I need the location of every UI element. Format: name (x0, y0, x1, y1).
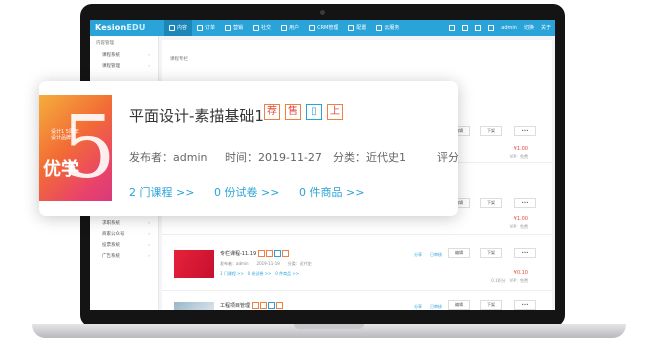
nav-item-social[interactable]: 社交 (248, 20, 276, 36)
home-icon[interactable] (475, 25, 482, 31)
app-logo[interactable]: KesionEDU (95, 20, 146, 36)
takedown-button[interactable]: 下架 (480, 300, 502, 310)
tag-badge (268, 302, 276, 309)
sale-badge[interactable]: 售 (285, 104, 301, 120)
tag-icon (225, 25, 232, 31)
about-link[interactable]: 关于 (541, 20, 551, 36)
switch-link[interactable]: 切换 (524, 20, 534, 36)
nav-item-content[interactable]: 内容 (164, 20, 193, 36)
topbar-right: admin 切换 关于 (449, 20, 551, 36)
row-title[interactable]: 工程项目管理 (220, 302, 284, 309)
row-vip-price: VIP：免费 (509, 224, 528, 229)
tag-badge (252, 302, 260, 309)
course-cover-image[interactable]: 5 设计1 5周年 设计品牌 优学 (39, 95, 112, 201)
mobile-icon[interactable] (462, 25, 469, 31)
edit-button[interactable]: 编辑 (448, 248, 470, 258)
row-vip-price: VIP：免费 (509, 154, 528, 159)
rating-text: 评分 (437, 151, 458, 164)
edit-button[interactable]: 编辑 (448, 300, 470, 310)
more-button[interactable]: ••• (514, 126, 536, 136)
course-popup-card: 5 设计1 5周年 设计品牌 优学 平面设计-素描基础1 荐 售 ▯ 上 发布者… (39, 81, 458, 216)
more-button[interactable]: ••• (514, 300, 536, 310)
tag-badge (276, 302, 284, 309)
time-text: 时间：2019-11-27 (225, 151, 322, 164)
row-price: ¥0.10 (513, 270, 528, 276)
top-bar: KesionEDU 内容 订单 营销 社交 用户 CRM管理 配置 云服务 ad… (90, 20, 555, 36)
people-icon (309, 25, 316, 31)
row-price: ¥1.00 (513, 216, 528, 222)
laptop-base (32, 324, 626, 338)
bell-icon[interactable] (488, 25, 495, 31)
tag-badge (266, 250, 274, 257)
sidebar-item[interactable]: 商家公众号 (90, 229, 158, 240)
row-price: ¥1.00 (513, 146, 528, 152)
sidebar-item[interactable]: 求职系统 (90, 218, 158, 229)
table-row: 工程项目管理 分享 已审核 编辑 下架 ••• (162, 296, 552, 310)
cover-caption: 设计1 5周年 设计品牌 (51, 129, 79, 141)
online-badge[interactable]: 上 (327, 104, 343, 120)
takedown-button[interactable]: 下架 (480, 126, 502, 136)
nav-item-marketing[interactable]: 营销 (220, 20, 248, 36)
paper-count-link[interactable]: 0 份试卷 >> (214, 184, 279, 200)
laptop-notch (294, 324, 364, 329)
nav-item-cloud[interactable]: 云服务 (371, 20, 404, 36)
share-link[interactable]: 分享 (414, 252, 422, 258)
share-link[interactable]: 分享 (414, 304, 422, 310)
mobile-badge[interactable]: ▯ (306, 104, 322, 120)
publisher-text: 发布者：admin (129, 151, 208, 164)
chat-icon (253, 25, 260, 31)
sidebar-item[interactable]: 课程管理 (90, 61, 158, 72)
goods-count-link[interactable]: 0 件商品 >> (275, 271, 299, 276)
camera-dot (320, 10, 325, 15)
table-row: 专栏课程-11.19 发布者：admin 2019-11-19 分类：近代史 1… (162, 244, 552, 291)
course-title[interactable]: 平面设计-素描基础1 (129, 105, 264, 126)
row-vip-price: 0.1积分 VIP：免费 (491, 278, 528, 283)
monitor-icon[interactable] (449, 25, 456, 31)
more-button[interactable]: ••• (514, 198, 536, 208)
course-count-link[interactable]: 1 门课程 >> (220, 271, 244, 276)
category-text: 分类：近代史1 (333, 151, 406, 164)
tag-badge (282, 250, 290, 257)
list-icon (169, 25, 175, 31)
sidebar-item[interactable]: 投票系统 (90, 240, 158, 251)
document-icon (197, 25, 204, 31)
user-icon (281, 25, 288, 31)
course-thumbnail[interactable] (174, 302, 214, 310)
tag-badge (260, 302, 268, 309)
tag-badge (258, 250, 266, 257)
more-button[interactable]: ••• (514, 248, 536, 258)
course-thumbnail[interactable] (174, 250, 214, 278)
row-links: 1 门课程 >> 0 份试卷 >> 0 件商品 >> (220, 271, 299, 277)
recommend-badge[interactable]: 荐 (264, 104, 280, 120)
sidebar-item[interactable]: 广告系统 (90, 251, 158, 262)
course-tags: 荐 售 ▯ 上 (264, 104, 343, 120)
goods-count-link[interactable]: 0 件商品 >> (299, 184, 364, 200)
row-title[interactable]: 专栏课程-11.19 (220, 250, 290, 257)
paper-count-link[interactable]: 0 份试卷 >> (248, 271, 272, 276)
user-menu[interactable]: admin (501, 20, 517, 36)
sidebar-item[interactable]: 课程系统 (90, 50, 158, 61)
nav-item-crm[interactable]: CRM管理 (304, 20, 343, 36)
gear-icon (348, 25, 355, 31)
nav-item-config[interactable]: 配置 (343, 20, 371, 36)
review-status[interactable]: 已审核 (430, 304, 442, 310)
main-nav: 内容 订单 营销 社交 用户 CRM管理 配置 云服务 (164, 20, 404, 36)
review-status[interactable]: 已审核 (430, 252, 442, 258)
tag-badge (274, 250, 282, 257)
sidebar-title: 内容管理 (96, 41, 114, 46)
nav-item-orders[interactable]: 订单 (192, 20, 220, 36)
takedown-button[interactable]: 下架 (480, 198, 502, 208)
takedown-button[interactable]: 下架 (480, 248, 502, 258)
row-meta: 发布者：admin 2019-11-19 分类：近代史 (220, 261, 312, 266)
nav-item-users[interactable]: 用户 (276, 20, 304, 36)
cover-word: 优学 (43, 159, 79, 180)
course-count-link[interactable]: 2 门课程 >> (129, 184, 194, 200)
cloud-icon (376, 25, 383, 31)
breadcrumb: 课程专栏 (170, 57, 188, 62)
